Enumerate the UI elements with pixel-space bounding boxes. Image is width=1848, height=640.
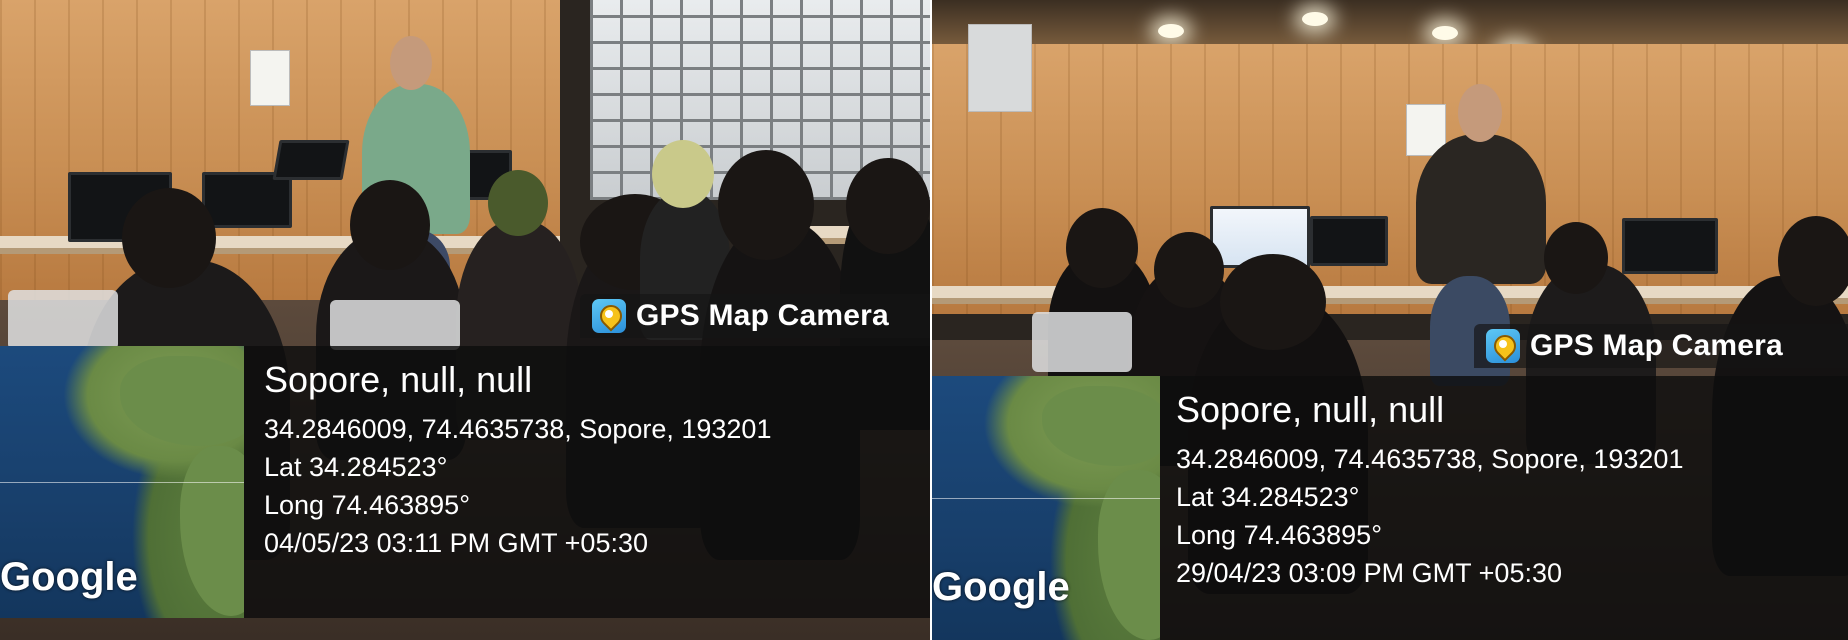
student-head xyxy=(1544,222,1608,294)
mini-map: Google xyxy=(932,376,1160,640)
google-logo: Google xyxy=(932,565,1070,609)
gps-info-text: Sopore, null, null 34.2846009, 74.463573… xyxy=(1176,390,1683,592)
student-head xyxy=(122,188,216,288)
instructor-face xyxy=(390,36,432,90)
longitude: Long 74.463895° xyxy=(264,490,470,520)
google-logo: Google xyxy=(0,555,138,599)
gps-map-camera-tag: GPS Map Camera xyxy=(580,294,930,338)
student-head xyxy=(846,158,930,254)
chair xyxy=(8,290,118,350)
ceiling-light xyxy=(1302,12,1328,26)
student-head xyxy=(1154,232,1224,308)
gps-map-camera-icon xyxy=(1486,329,1520,363)
datetime: 29/04/23 03:09 PM GMT +05:30 xyxy=(1176,558,1563,588)
map-land xyxy=(1098,470,1160,640)
latitude: Lat 34.284523° xyxy=(264,452,448,482)
map-grid-line xyxy=(0,482,244,483)
map-grid-line xyxy=(932,498,1160,499)
gps-map-camera-label: GPS Map Camera xyxy=(1530,329,1783,362)
gps-map-camera-icon xyxy=(592,299,626,333)
address-line: 34.2846009, 74.4635738, Sopore, 193201 xyxy=(1176,444,1684,474)
gps-info-panel: Google Sopore, null, null 34.2846009, 74… xyxy=(0,346,930,618)
gps-map-camera-label: GPS Map Camera xyxy=(636,299,889,332)
gps-info-text: Sopore, null, null 34.2846009, 74.463573… xyxy=(264,360,771,562)
map-land xyxy=(1042,386,1160,466)
location-title: Sopore, null, null xyxy=(1176,389,1445,430)
instructor-face xyxy=(1458,84,1502,142)
electrical-panel xyxy=(968,24,1032,112)
laptop xyxy=(272,140,350,180)
address-line: 34.2846009, 74.4635738, Sopore, 193201 xyxy=(264,414,772,444)
gps-info-panel: Google Sopore, null, null 34.2846009, 74… xyxy=(932,376,1848,640)
location-title: Sopore, null, null xyxy=(264,359,533,400)
ceiling-light xyxy=(1158,24,1184,38)
mini-map: Google xyxy=(0,346,244,618)
monitor xyxy=(1622,218,1718,274)
ceiling-light xyxy=(1432,26,1458,40)
latitude: Lat 34.284523° xyxy=(1176,482,1360,512)
map-land xyxy=(120,356,244,446)
photo-right: GPS Map Camera Google Sopore, null, null… xyxy=(932,0,1848,640)
chair xyxy=(1032,312,1132,372)
map-land xyxy=(180,446,244,616)
monitor xyxy=(1310,216,1388,266)
longitude: Long 74.463895° xyxy=(1176,520,1382,550)
student-headscarf xyxy=(652,140,714,208)
chair xyxy=(330,300,460,350)
wall-notice xyxy=(250,50,290,106)
student-head xyxy=(718,150,814,260)
student-head xyxy=(1066,208,1138,288)
datetime: 04/05/23 03:11 PM GMT +05:30 xyxy=(264,528,648,558)
student-head xyxy=(1220,254,1326,350)
gps-map-camera-tag: GPS Map Camera xyxy=(1474,324,1848,368)
student-head xyxy=(1778,216,1848,306)
student-headscarf xyxy=(488,170,548,236)
photo-left: GPS Map Camera Google Sopore, null, null… xyxy=(0,0,930,640)
monitor xyxy=(202,172,292,228)
instructor xyxy=(1416,134,1546,284)
student-head xyxy=(350,180,430,270)
